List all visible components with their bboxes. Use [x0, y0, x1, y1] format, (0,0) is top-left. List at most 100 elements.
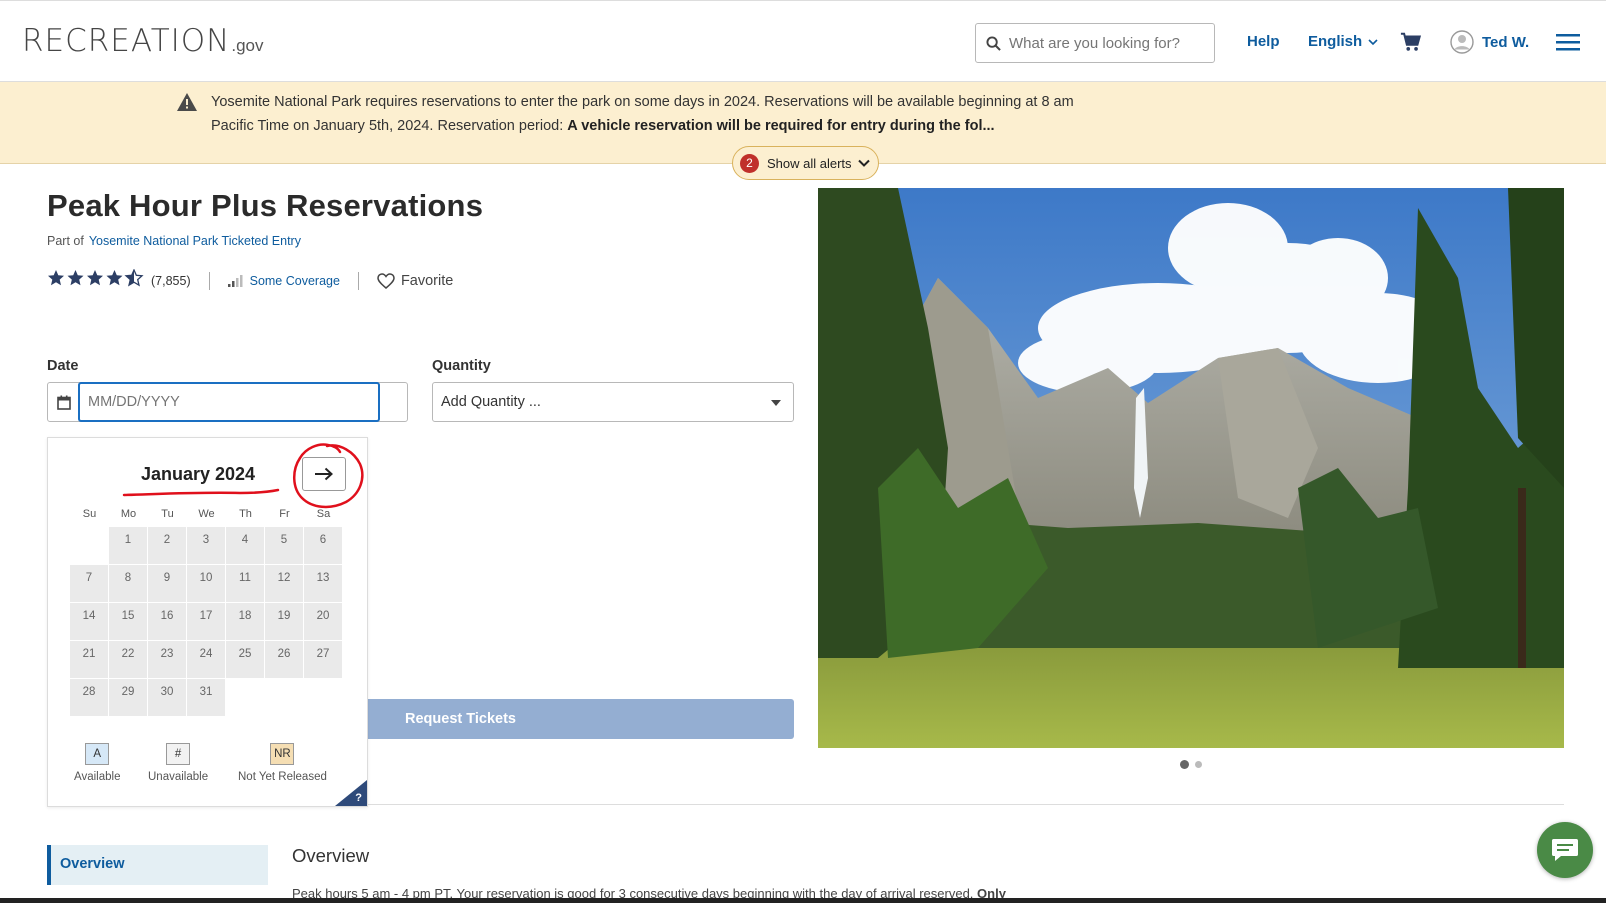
calendar-help-button[interactable] [335, 780, 367, 806]
date-input[interactable] [78, 382, 380, 422]
hero-image-yosemite-falls[interactable] [818, 188, 1564, 748]
chevron-down-icon [857, 159, 870, 167]
calendar-day-cell[interactable]: 18 [226, 603, 265, 641]
logo-text: RECREATION [22, 23, 231, 59]
calendar-day-cell[interactable]: 15 [109, 603, 148, 641]
calendar-day-cell[interactable]: 6 [304, 527, 343, 565]
calendar-day-cell[interactable]: 16 [148, 603, 187, 641]
calendar-day-cell[interactable]: 25 [226, 641, 265, 679]
calendar-day-cell[interactable]: 23 [148, 641, 187, 679]
search-icon [986, 35, 1001, 51]
legend-label: Not Yet Released [238, 771, 327, 783]
alert-line2: Pacific Time on January 5th, 2024. Reser… [211, 118, 568, 134]
calendar-day-cell[interactable]: 24 [187, 641, 226, 679]
search-box[interactable] [975, 23, 1215, 63]
calendar-empty-cell [70, 527, 109, 565]
part-of-line: Part of Yosemite National Park Ticketed E… [47, 234, 301, 248]
chat-button[interactable] [1537, 822, 1593, 878]
alert-message: Yosemite National Park requires reservat… [211, 90, 1091, 138]
weekday-label: Su [82, 508, 97, 520]
legend-swatch: A [85, 743, 110, 765]
search-input[interactable] [1009, 34, 1199, 52]
calendar-day-cell[interactable]: 14 [70, 603, 109, 641]
logo-suffix: .gov [231, 36, 264, 55]
calendar-day-cell[interactable]: 5 [265, 527, 304, 565]
coverage-link[interactable]: Some Coverage [250, 274, 340, 288]
date-field[interactable] [47, 382, 408, 422]
chat-bubble-icon [1552, 839, 1578, 861]
warning-icon [177, 93, 197, 111]
legend-item: A Available [74, 743, 120, 783]
calendar-day-cell[interactable]: 31 [187, 679, 226, 717]
legend-item: NR Not Yet Released [238, 743, 327, 783]
recreation-gov-logo[interactable]: RECREATION .gov [22, 23, 264, 59]
calendar-legend: A Available # Unavailable NR Not Yet Released [48, 743, 369, 793]
rating-stars-icon[interactable] [47, 268, 145, 293]
calendar-day-cell[interactable]: 20 [304, 603, 343, 641]
calendar-day-cell[interactable]: 10 [187, 565, 226, 603]
weekday-label: Th [239, 508, 252, 520]
page-title: Peak Hour Plus Reservations [47, 188, 484, 223]
alert-line2-bold: A vehicle reservation will be required f… [567, 118, 995, 134]
calendar-day-cell[interactable]: 22 [109, 641, 148, 679]
calendar-day-cell[interactable]: 26 [265, 641, 304, 679]
cart-button[interactable] [1400, 31, 1422, 58]
calendar-day-cell[interactable]: 2 [148, 527, 187, 565]
calendar-day-cell[interactable]: 1 [109, 527, 148, 565]
part-of-prefix: Part of [47, 234, 84, 248]
help-link[interactable]: Help [1247, 33, 1280, 50]
weekday-label: We [198, 508, 215, 520]
hamburger-menu-icon [1556, 34, 1580, 51]
calendar-day-cell[interactable]: 11 [226, 565, 265, 603]
calendar-day-cell[interactable]: 3 [187, 527, 226, 565]
weekday-label: Sa [316, 508, 331, 520]
calendar-day-cell[interactable]: 21 [70, 641, 109, 679]
legend-swatch: # [166, 743, 191, 765]
alert-line1: Yosemite National Park requires reservat… [211, 94, 1074, 110]
alert-count-badge: 2 [740, 153, 759, 173]
calendar-day-cell[interactable]: 7 [70, 565, 109, 603]
parent-facility-link[interactable]: Yosemite National Park Ticketed Entry [89, 234, 301, 248]
user-name: Ted W. [1482, 33, 1530, 51]
legend-item: # Unavailable [148, 743, 208, 783]
user-menu[interactable]: Ted W. [1450, 30, 1529, 54]
screen-bottom-edge [0, 898, 1606, 903]
date-picker-calendar: January 2024 Su Mo Tu We Th Fr Sa 1 2 3 4 5 6 7 8 9 10 1… [47, 437, 368, 807]
weekday-label: Fr [279, 508, 290, 520]
calendar-day-grid: 1 2 3 4 5 6 7 8 9 10 11 12 13 14 15 16 17 18 19 20 21 22 23 24 2… [70, 527, 344, 717]
sidebar-item-overview[interactable]: Overview [47, 845, 268, 885]
calendar-day-cell[interactable]: 28 [70, 679, 109, 717]
quantity-select[interactable]: Add Quantity ... [432, 382, 794, 422]
favorite-button[interactable]: Favorite [377, 273, 453, 289]
calendar-day-cell[interactable]: 27 [304, 641, 343, 679]
rating-count: (7,855) [151, 274, 191, 288]
separator [357, 272, 359, 290]
calendar-day-cell[interactable]: 30 [148, 679, 187, 717]
main-menu-button[interactable] [1556, 33, 1580, 56]
help-question-icon: ? [355, 792, 362, 804]
carousel-dot[interactable] [1180, 760, 1189, 769]
arrow-right-icon [315, 467, 333, 481]
quantity-placeholder: Add Quantity ... [441, 394, 541, 410]
language-selector[interactable]: English [1308, 33, 1378, 50]
legend-swatch: NR [270, 743, 295, 765]
calendar-day-cell[interactable]: 17 [187, 603, 226, 641]
calendar-icon[interactable] [57, 395, 71, 410]
carousel-dot[interactable] [1195, 761, 1202, 768]
calendar-day-cell[interactable]: 8 [109, 565, 148, 603]
calendar-weekday-row: Su Mo Tu We Th Fr Sa [70, 508, 343, 520]
calendar-day-cell[interactable]: 9 [148, 565, 187, 603]
rating-row: (7,855) Some Coverage Favorite [47, 268, 453, 293]
legend-label: Available [74, 771, 121, 783]
show-all-alerts-button[interactable]: 2 Show all alerts [732, 146, 879, 180]
site-header: RECREATION .gov Help English Ted W. [0, 0, 1606, 82]
calendar-day-cell[interactable]: 29 [109, 679, 148, 717]
calendar-day-cell[interactable]: 12 [265, 565, 304, 603]
next-month-button[interactable] [302, 457, 346, 491]
chevron-down-icon [1368, 38, 1378, 45]
calendar-day-cell[interactable]: 13 [304, 565, 343, 603]
show-all-alerts-label: Show all alerts [767, 155, 852, 171]
calendar-day-cell[interactable]: 4 [226, 527, 265, 565]
caret-down-icon [771, 400, 781, 406]
calendar-day-cell[interactable]: 19 [265, 603, 304, 641]
